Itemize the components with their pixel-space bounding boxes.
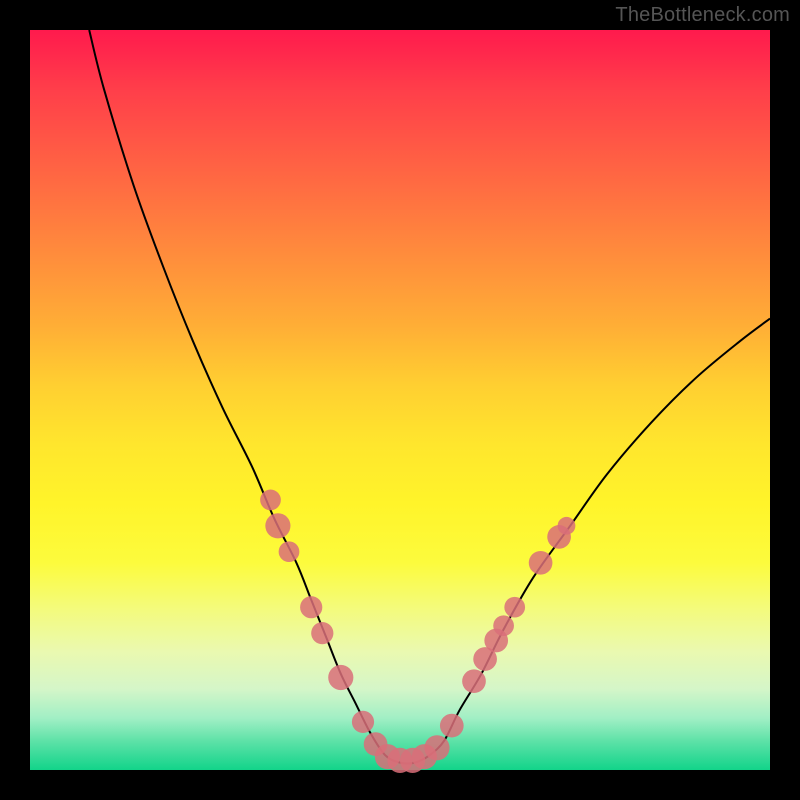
chart-marker <box>504 597 525 618</box>
chart-marker <box>311 622 333 644</box>
chart-marker <box>424 735 449 760</box>
chart-marker <box>462 669 486 693</box>
chart-marker <box>300 596 322 618</box>
chart-marker <box>328 665 353 690</box>
chart-marker <box>529 551 553 575</box>
chart-marker <box>440 714 464 738</box>
chart-marker <box>279 541 300 562</box>
bottleneck-curve <box>89 30 770 764</box>
chart-marker <box>558 517 576 535</box>
chart-marker <box>352 711 374 733</box>
chart-marker <box>260 490 281 511</box>
chart-marker <box>493 615 514 636</box>
watermark-text: TheBottleneck.com <box>615 4 790 27</box>
chart-svg <box>30 30 770 770</box>
marker-group <box>260 490 575 773</box>
plot-area <box>30 30 770 770</box>
chart-marker <box>265 513 290 538</box>
chart-frame: TheBottleneck.com <box>0 0 800 800</box>
